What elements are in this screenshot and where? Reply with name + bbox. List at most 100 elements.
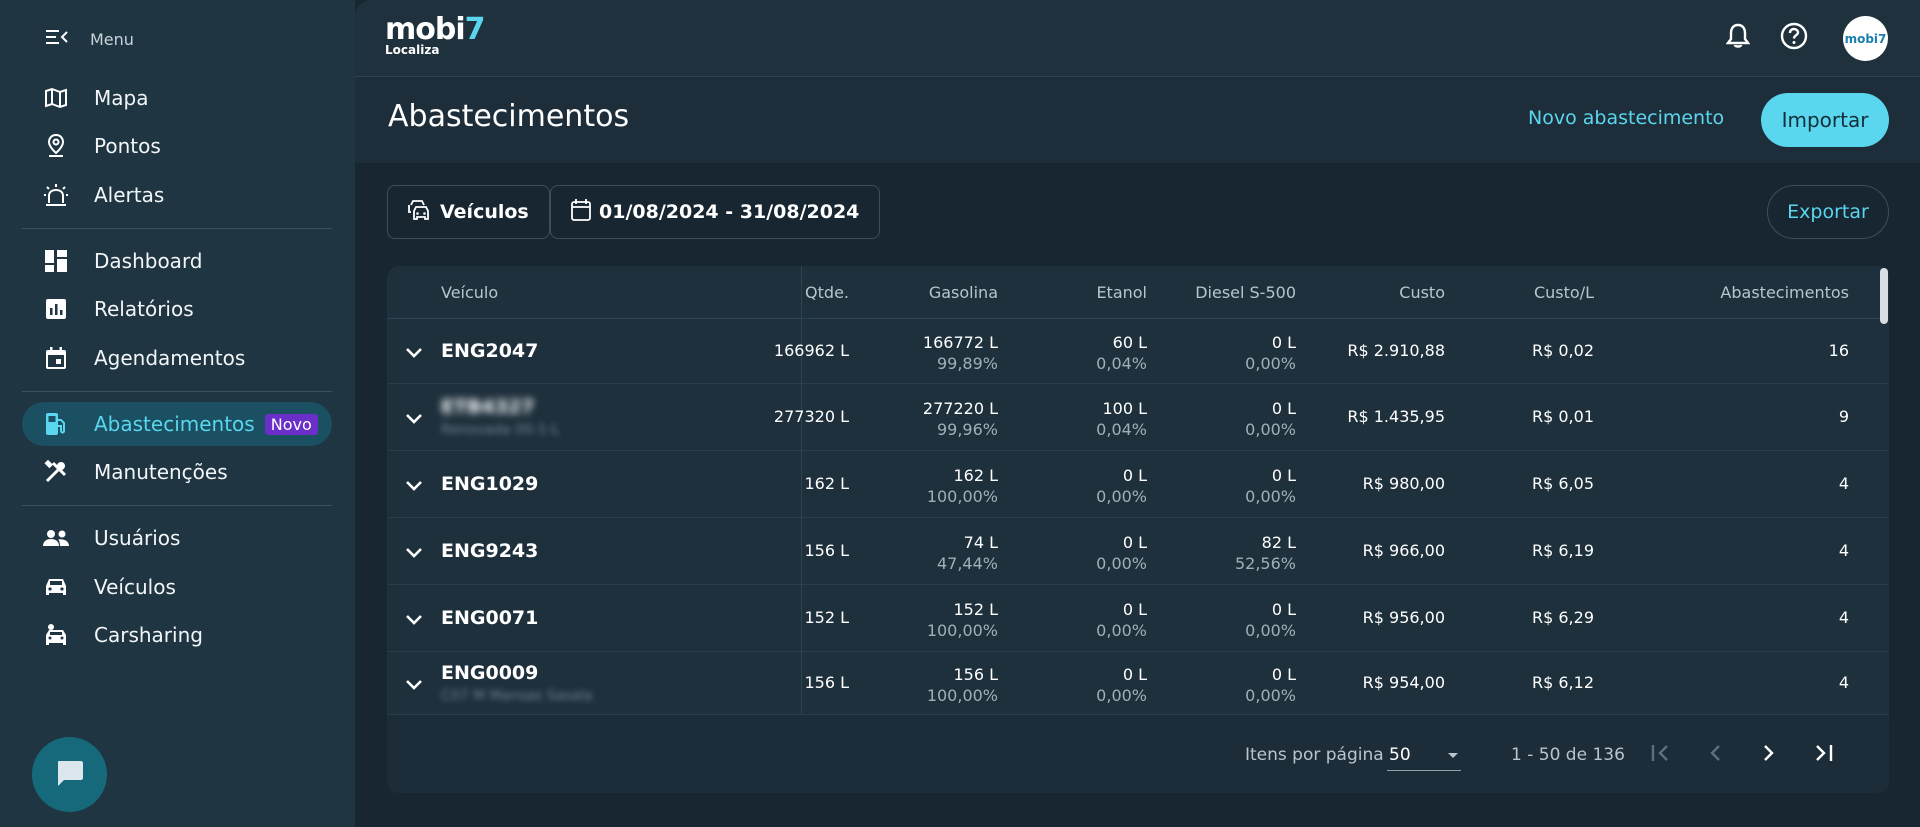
col-cost[interactable]: Custo [1399,283,1445,302]
cell-cpl: R$ 0,02 [1531,341,1594,360]
carsharing-icon [42,621,70,649]
cell-count: 4 [1838,540,1849,560]
cell-percent: 100,00% [926,620,998,640]
chat-button[interactable] [32,737,107,812]
chevron-down-icon[interactable] [405,611,425,631]
chevron-down-icon[interactable] [405,410,425,430]
caret-down-icon [1447,745,1459,765]
table-row[interactable]: ENG2047 166962 L 166772 L 99,89% 60 L 0,04% 0 … [387,320,1889,384]
table-row[interactable]: ENG0071 152 L 152 L 100,00% 0 L 0,00% 0 L 0,00%… [387,585,1889,652]
vehicle-plate: ENG9243 [441,539,539,562]
new-refuel-link[interactable]: Novo abastecimento [1528,107,1724,129]
table-row[interactable]: ETB4327 Renovada 00-1-L 277320 L 277220 L 99… [387,384,1889,451]
sidebar-item-carsharing[interactable]: Carsharing [22,613,332,657]
new-badge: Novo [264,413,318,435]
mobi7-logo[interactable]: mobi7 Localiza [385,12,486,57]
cell-qty: 156 L [804,672,849,692]
refuels-table: Veículo Qtde. Gasolina Etanol Diesel S-5… [387,266,1889,793]
first-page-icon [1651,744,1671,766]
sidebar-item-alertas[interactable]: Alertas [22,173,332,217]
cell-cost: R$ 966,00 [1362,540,1445,560]
sidebar: Menu Mapa Pontos Alertas Dashboard Relat… [0,0,355,827]
per-page-select[interactable]: 50 [1387,739,1461,771]
cell-die: 0 L 0,00% [1245,599,1296,640]
bar-chart-icon [42,295,70,323]
sidebar-item-agendamentos[interactable]: Agendamentos [22,336,332,380]
chevron-down-icon[interactable] [405,477,425,497]
notifications-button[interactable] [1718,18,1758,58]
scrollbar-thumb[interactable] [1880,268,1888,324]
table-header: Veículo Qtde. Gasolina Etanol Diesel S-5… [387,266,1889,319]
table-row[interactable]: ENG9243 156 L 74 L 47,44% 0 L 0,00% 82 L 52,56%… [387,518,1889,585]
sidebar-item-dashboard[interactable]: Dashboard [22,239,332,283]
sidebar-item-label: Veículos [94,575,176,599]
prev-page-button[interactable] [1697,737,1733,773]
help-button[interactable] [1774,18,1814,58]
col-cost-per-liter[interactable]: Custo/L [1534,283,1594,302]
sidebar-item-usuarios[interactable]: Usuários [22,516,332,560]
chevron-down-icon[interactable] [405,344,425,364]
sidebar-item-pontos[interactable]: Pontos [22,124,332,168]
import-button[interactable]: Importar [1761,93,1889,147]
cell-count: 4 [1838,607,1849,627]
chevron-down-icon[interactable] [405,676,425,696]
col-vehicle[interactable]: Veículo [441,283,498,302]
last-page-button[interactable] [1805,737,1841,773]
menu-collapse-icon [46,29,68,49]
cell-cpl: R$ 6,12 [1531,672,1594,692]
cell-percent: 0,04% [1096,419,1147,439]
fuel-pump-icon [42,410,70,438]
cell-qty: 166962 L [773,341,849,360]
sidebar-item-mapa[interactable]: Mapa [22,76,332,120]
sidebar-item-relatorios[interactable]: Relatórios [22,287,332,331]
sidebar-item-manutencoes[interactable]: Manutenções [22,450,332,494]
sidebar-item-label: Relatórios [94,297,194,321]
cell-count: 4 [1838,473,1849,493]
cell-die: 0 L 0,00% [1245,664,1296,705]
sidebar-item-label: Agendamentos [94,346,246,370]
sidebar-item-abastecimentos[interactable]: Abastecimentos Novo [22,402,332,446]
cell-cost: R$ 2.910,88 [1347,341,1445,360]
vehicle-plate: ENG0009 [441,661,539,684]
vehicles-filter-label: Veículos [440,201,529,223]
sidebar-item-veiculos[interactable]: Veículos [22,565,332,609]
vehicle-plate: ENG2047 [441,340,539,362]
help-icon [1780,22,1808,54]
date-range-button[interactable]: 01/08/2024 - 31/08/2024 [550,185,881,239]
table-row[interactable]: ENG1029 162 L 162 L 100,00% 0 L 0,00% 0 L 0,00%… [387,451,1889,518]
cell-qty: 162 L [804,473,849,493]
col-gasoline[interactable]: Gasolina [929,283,998,302]
next-page-button[interactable] [1751,737,1787,773]
menu-toggle[interactable]: Menu [46,26,134,52]
location-pin-icon [42,132,70,160]
cell-count: 4 [1838,672,1849,692]
vehicle-plate: ENG0071 [441,606,539,629]
avatar[interactable]: mobi7 [1843,16,1888,61]
top-bar: mobi7 Localiza mobi7 [355,0,1920,77]
table-row[interactable]: ENG0009 C07 M Mansas Sasala 156 L 156 L 100,… [387,652,1889,715]
col-diesel[interactable]: Diesel S-500 [1195,283,1296,302]
calendar-icon [571,198,591,226]
cell-cpl: R$ 6,19 [1531,540,1594,560]
export-button[interactable]: Exportar [1767,185,1889,239]
vehicles-filter-button[interactable]: Veículos [387,185,550,239]
first-page-button[interactable] [1643,737,1679,773]
cell-die: 0 L 0,00% [1245,398,1296,439]
dashboard-icon [42,247,70,275]
vehicle-description: Renovada 00-1-L [441,421,560,438]
cell-die: 82 L 52,56% [1234,532,1296,573]
menu-label: Menu [90,29,134,49]
chevron-down-icon[interactable] [405,544,425,564]
cell-percent: 99,96% [936,419,998,439]
cell-gas: 162 L 100,00% [926,465,998,506]
sidebar-divider [22,391,332,392]
sidebar-item-label: Usuários [94,526,181,550]
col-ethanol[interactable]: Etanol [1096,283,1147,302]
col-refuels[interactable]: Abastecimentos [1720,283,1849,302]
cell-percent: 0,00% [1096,685,1147,705]
cell-percent: 100,00% [926,685,998,705]
sidebar-item-label: Abastecimentos [94,412,255,436]
sidebar-item-label: Carsharing [94,623,203,647]
cell-percent: 47,44% [936,553,998,573]
col-qty[interactable]: Qtde. [805,283,849,302]
